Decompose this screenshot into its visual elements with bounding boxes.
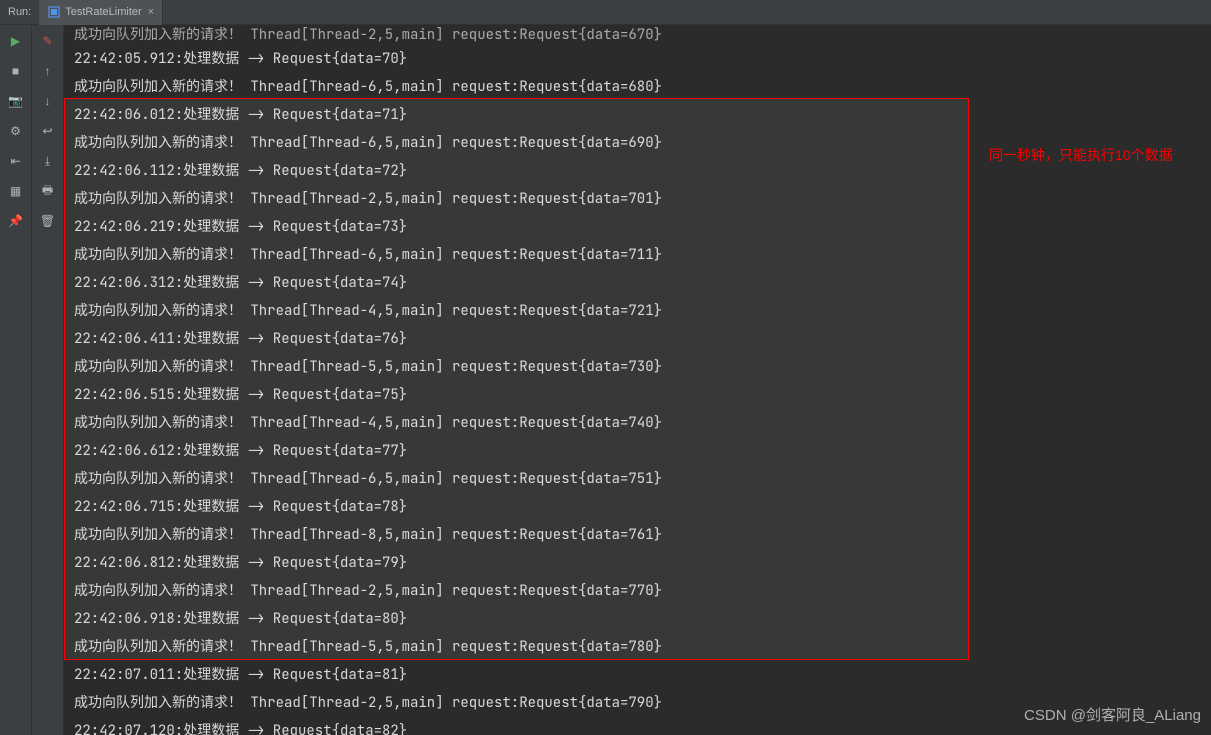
pin-icon[interactable]: 📌 bbox=[8, 213, 24, 229]
run-config-tab[interactable]: TestRateLimiter × bbox=[39, 0, 163, 25]
app-icon bbox=[47, 5, 61, 19]
console-output[interactable]: 成功向队列加入新的请求！ Thread[Thread-2,5,main] req… bbox=[64, 25, 1211, 735]
console-line: 22:42:05.912:处理数据 -> Request{data=70} bbox=[64, 45, 1211, 73]
wrap-icon[interactable]: ↩ bbox=[40, 123, 56, 139]
layout-icon[interactable]: ▦ bbox=[8, 183, 24, 199]
console-line: 成功向队列加入新的请求！ Thread[Thread-6,5,main] req… bbox=[64, 73, 1211, 101]
camera-icon[interactable]: 📷 bbox=[8, 93, 24, 109]
stop-icon[interactable]: ■ bbox=[8, 63, 24, 79]
run-label: Run: bbox=[0, 6, 39, 18]
print-icon[interactable]: 🖶 bbox=[40, 183, 56, 199]
run-tool-header: Run: TestRateLimiter × bbox=[0, 0, 1211, 25]
trash-icon[interactable]: 🗑 bbox=[40, 213, 56, 229]
play-icon[interactable]: ▶ bbox=[8, 33, 24, 49]
close-icon[interactable]: × bbox=[148, 6, 154, 18]
highlight-shade bbox=[64, 98, 969, 660]
pencil-icon[interactable]: ✎ bbox=[40, 33, 56, 49]
right-toolbar: ✎ ↑ ↓ ↩ ⤓ 🖶 🗑 bbox=[32, 25, 64, 735]
down-icon[interactable]: ↓ bbox=[40, 93, 56, 109]
scroll-icon[interactable]: ⤓ bbox=[40, 153, 56, 169]
main-area: ▶ ■ 📷 ⚙ ⇤ ▦ 📌 ✎ ↑ ↓ ↩ ⤓ 🖶 🗑 成功向队列加入新的请求！ Thread[Thre… bbox=[0, 25, 1211, 735]
console-line: 22:42:07.120:处理数据 -> Request{data=82} bbox=[64, 717, 1211, 735]
left-toolbar: ▶ ■ 📷 ⚙ ⇤ ▦ 📌 bbox=[0, 25, 32, 735]
console-line: 成功向队列加入新的请求！ Thread[Thread-2,5,main] req… bbox=[64, 689, 1211, 717]
annotation-text: 同一秒钟，只能执行10个数据 bbox=[989, 145, 1173, 165]
exit-icon[interactable]: ⇤ bbox=[8, 153, 24, 169]
console-line: 22:42:07.011:处理数据 -> Request{data=81} bbox=[64, 661, 1211, 689]
tab-title: TestRateLimiter bbox=[65, 6, 141, 18]
console-line: 成功向队列加入新的请求！ Thread[Thread-2,5,main] req… bbox=[64, 25, 1211, 45]
settings-icon[interactable]: ⚙ bbox=[8, 123, 24, 139]
up-icon[interactable]: ↑ bbox=[40, 63, 56, 79]
